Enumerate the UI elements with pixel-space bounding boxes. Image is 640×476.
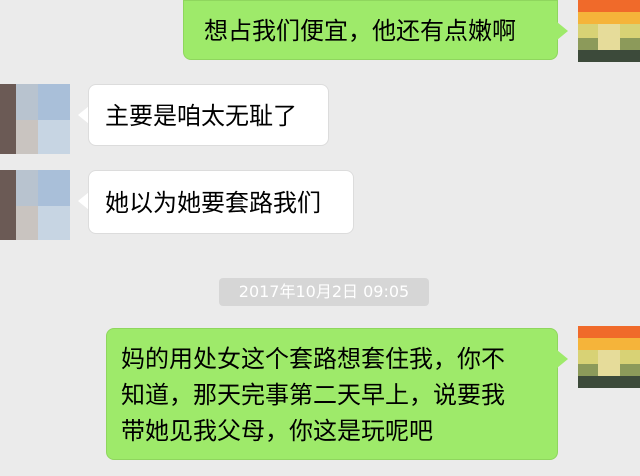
message-line: 知道，那天完事第二天早上，说要我 <box>121 381 505 409</box>
my-avatar-icon[interactable] <box>578 0 640 62</box>
message-line: 带她见我父母，你这是玩呢吧 <box>121 417 433 445</box>
contact-avatar-icon[interactable] <box>0 84 70 154</box>
message-line: 妈的用处女这个套路想套住我，你不 <box>121 345 505 373</box>
bubble-tail <box>557 22 568 40</box>
message-text: 她以为她要套路我们 <box>105 189 321 217</box>
message-bubble-incoming[interactable]: 她以为她要套路我们 <box>88 170 354 234</box>
message-bubble-outgoing[interactable]: 想占我们便宜，他还有点嫩啊 <box>183 0 558 60</box>
my-avatar-icon[interactable] <box>578 326 640 388</box>
message-text: 想占我们便宜，他还有点嫩啊 <box>204 17 516 45</box>
bubble-tail <box>557 350 568 368</box>
message-text: 主要是咱太无耻了 <box>105 102 297 130</box>
message-bubble-outgoing[interactable]: 妈的用处女这个套路想套住我，你不 知道，那天完事第二天早上，说要我 带她见我父母… <box>106 328 558 460</box>
contact-avatar-icon[interactable] <box>0 170 70 240</box>
message-bubble-incoming[interactable]: 主要是咱太无耻了 <box>88 84 329 146</box>
timestamp-label: 2017年10月2日 09:05 <box>219 278 429 306</box>
